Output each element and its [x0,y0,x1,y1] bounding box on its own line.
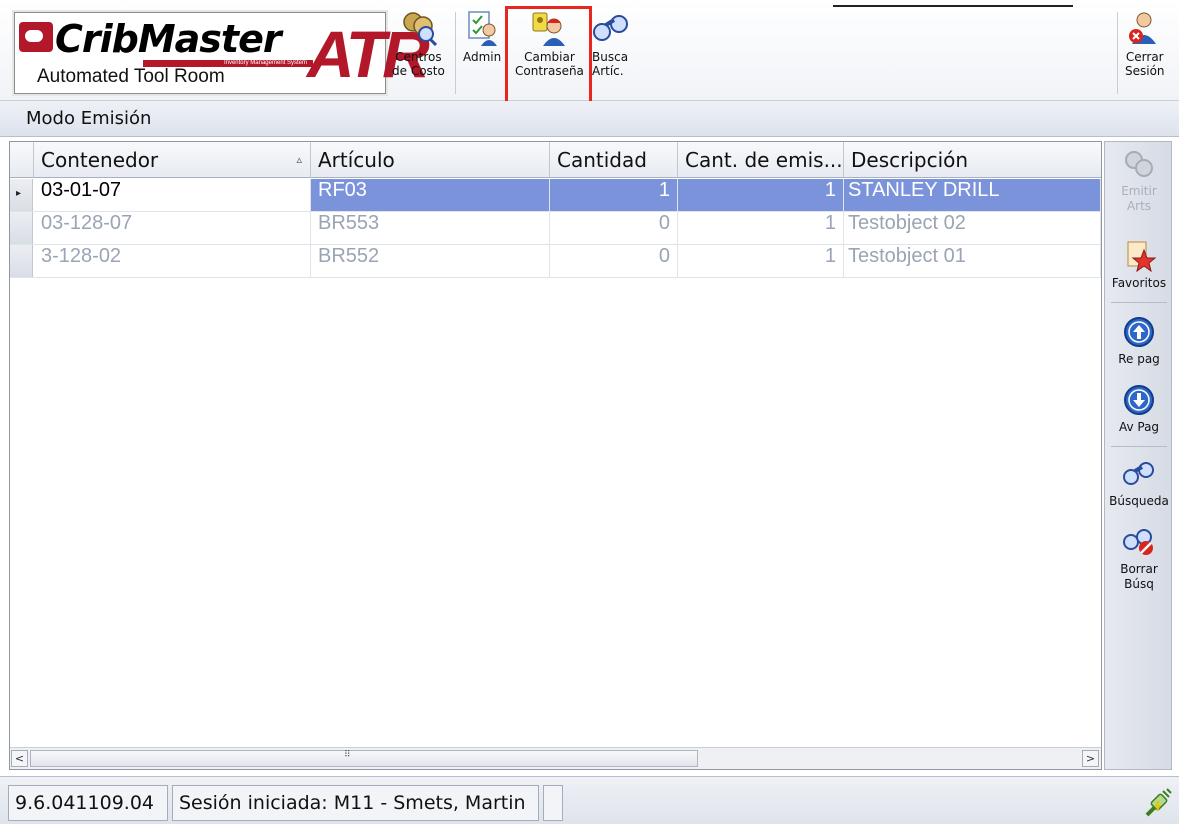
toolbar-separator [455,12,456,94]
column-header-contenedor-label: Contenedor [41,148,159,172]
column-header-contenedor[interactable]: Contenedor ▵ [34,142,311,178]
scroll-left-button[interactable]: < [11,750,28,767]
side-separator [1111,302,1167,303]
toolbar-separator-right [1117,12,1118,94]
status-bar: 9.6.041109.04 Sesión iniciada: M11 - Sme… [0,776,1179,824]
row-selector[interactable] [10,245,33,277]
centros-de-costo-button[interactable]: Centros de Costo [392,10,445,78]
re-pag-label: Re pag [1118,352,1160,366]
centros-label-2: de Costo [392,64,445,78]
column-header-cant-emision[interactable]: Cant. de emis... [678,142,844,178]
current-row-arrow-icon: ▸ [16,188,22,199]
table-row[interactable]: 03-128-07 BR553 0 1 Testobject 02 [10,212,1101,245]
grid-header: Contenedor ▵ Artículo Cantidad Cant. de … [10,142,1101,178]
cell-articulo[interactable]: BR552 [311,245,550,277]
mode-bar: Modo Emisión [0,101,1179,137]
toolbar: CribMaster Inventory Management System A… [0,0,1179,112]
cerrar-label-1: Cerrar [1125,50,1164,64]
cost-centers-icon [403,12,438,46]
admin-icon [468,11,498,46]
cell-cantidad[interactable]: 1 [550,179,678,211]
cerrar-sesion-button[interactable]: Cerrar Sesión [1125,10,1165,78]
favorites-star-icon [1127,241,1156,272]
busca-label-2: Artíc. [592,64,624,78]
centros-label-1: Centros [395,50,442,64]
cerrar-label-2: Sesión [1125,64,1165,78]
cell-cant-emision[interactable]: 1 [678,245,844,277]
page-down-icon [1124,385,1154,415]
logo-tagline: Automated Tool Room [37,66,225,87]
cell-descripcion[interactable]: Testobject 02 [844,212,1101,244]
cell-contenedor[interactable]: 3-128-02 [34,245,311,277]
cribmaster-logo: CribMaster Inventory Management System A… [14,12,430,94]
borrar-busqueda-button[interactable]: Borrar Búsq [1105,526,1173,592]
scroll-thumb[interactable] [30,750,698,767]
table-row[interactable]: ▸ 03-01-07 RF03 1 1 STANLEY DRILL [10,179,1101,212]
logout-icon [1128,12,1156,44]
session-panel: Sesión iniciada: M11 - Smets, Martin [172,785,539,821]
wrench-icon [1125,151,1153,177]
busqueda-label: Búsqueda [1109,494,1169,508]
busca-label-1: Busca [592,50,629,64]
cell-descripcion[interactable]: Testobject 01 [844,245,1101,277]
column-header-articulo[interactable]: Artículo [311,142,550,178]
items-grid[interactable]: Contenedor ▵ Artículo Cantidad Cant. de … [9,141,1102,770]
borrar-label-1: Borrar [1120,562,1158,576]
cell-cant-emision[interactable]: 1 [678,179,844,211]
column-header-descripcion[interactable]: Descripción [844,142,1101,178]
horizontal-scrollbar[interactable]: < ⠿ > [10,747,1101,769]
av-pag-button[interactable]: Av Pag [1105,384,1173,435]
cell-articulo[interactable]: BR553 [311,212,550,244]
favoritos-button[interactable]: Favoritos [1105,240,1173,291]
connection-plug-icon [1145,788,1172,817]
borrar-label-2: Búsq [1124,577,1154,591]
mode-title: Modo Emisión [26,108,152,129]
table-row[interactable]: 3-128-02 BR552 0 1 Testobject 01 [10,245,1101,278]
row-selector[interactable] [10,212,33,244]
scroll-grip-icon: ⠿ [344,750,351,760]
cell-articulo[interactable]: RF03 [311,179,550,211]
favoritos-label: Favoritos [1111,276,1167,290]
emitir-label-1: Emitir [1121,184,1157,198]
side-separator [1111,446,1167,447]
busca-articulo-button[interactable]: Busca Artíc. [592,10,630,78]
emitir-label-2: Arts [1126,199,1152,213]
cell-cantidad[interactable]: 0 [550,212,678,244]
highlight-box [505,6,592,112]
row-selector[interactable]: ▸ [10,179,33,211]
av-pag-label: Av Pag [1118,420,1160,434]
clear-search-icon [1123,529,1153,555]
top-line [833,5,1073,7]
column-header-cantidad[interactable]: Cantidad [550,142,678,178]
emitir-arts-button[interactable]: Emitir Arts [1105,148,1173,214]
cell-cantidad[interactable]: 0 [550,245,678,277]
version-panel: 9.6.041109.04 [8,785,168,821]
cell-cant-emision[interactable]: 1 [678,212,844,244]
binoculars-icon [593,15,628,41]
cell-descripcion[interactable]: STANLEY DRILL [844,179,1101,211]
busqueda-button[interactable]: Búsqueda [1105,458,1173,509]
header-corner [10,142,34,178]
search-binoculars-icon [1123,462,1154,485]
admin-label: Admin [463,50,502,64]
re-pag-button[interactable]: Re pag [1105,316,1173,367]
sort-indicator-icon: ▵ [296,153,302,166]
admin-button[interactable]: Admin [463,10,501,64]
cell-contenedor[interactable]: 03-01-07 [34,179,311,211]
logo-main-text: CribMaster [55,17,282,61]
scroll-right-button[interactable]: > [1082,750,1099,767]
side-panel: Emitir Arts Favoritos Re pag Av Pag Búsq… [1104,141,1172,770]
status-panel-empty [543,785,563,821]
page-up-icon [1124,317,1154,347]
cell-contenedor[interactable]: 03-128-07 [34,212,311,244]
